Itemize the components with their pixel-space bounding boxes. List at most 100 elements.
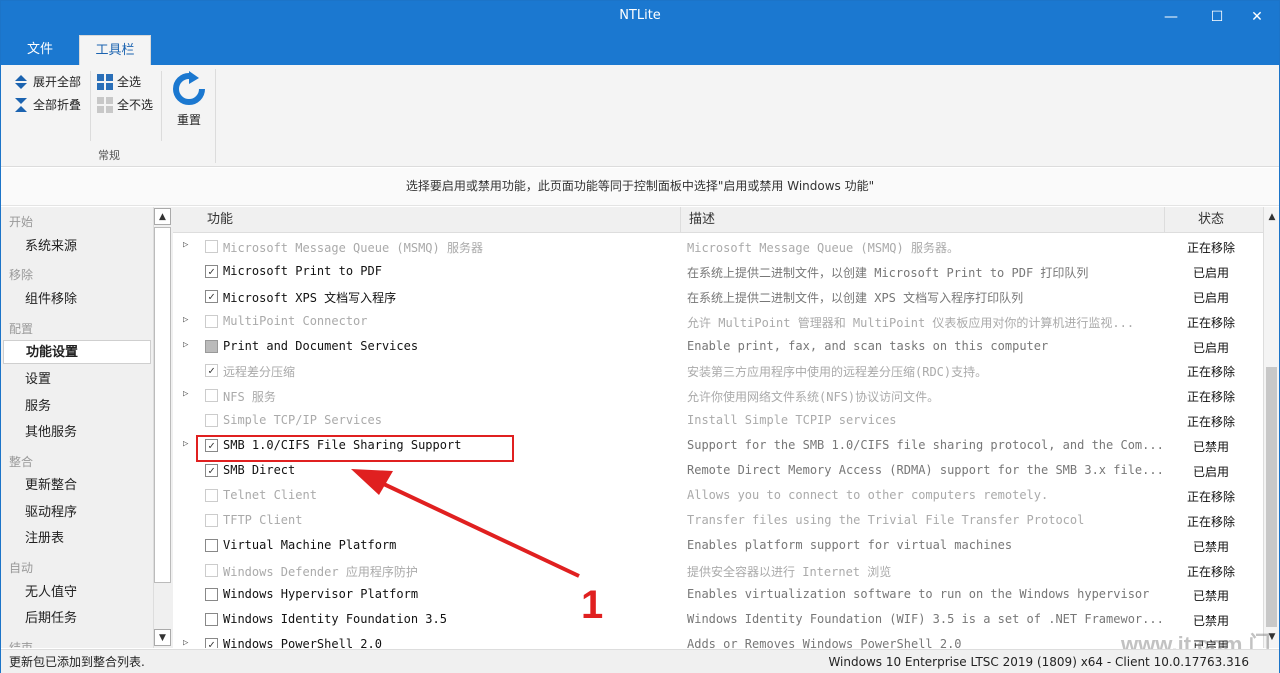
os-version: Windows 10 Enterprise LTSC 2019 (1809) x… [828,655,1249,669]
reset-button[interactable]: 重置 [167,71,211,128]
feature-checkbox[interactable] [205,414,218,428]
feature-status: 正在移除 [1186,564,1235,579]
sidebar-item-drivers[interactable]: 驱动程序 [3,501,151,525]
scroll-up-icon[interactable]: ▲ [154,208,171,225]
table-row[interactable]: ✓ Microsoft Print to PDF 在系统上提供二进制文件，以创建 M… [173,259,1261,284]
feature-description: 允许你使用网络文件系统(NFS)协议访问文件。 [687,390,940,405]
feature-name: Microsoft Print to PDF [223,263,382,278]
sidebar-section: 整合 [9,455,34,469]
table-row[interactable]: ✓ Microsoft XPS 文档写入程序 在系统上提供二进制文件，以创建 XPS… [173,284,1261,309]
feature-checkbox[interactable]: ✓ [205,289,218,303]
feature-checkbox[interactable] [205,314,218,328]
deselect-all-label: 全不选 [117,98,154,112]
table-row[interactable]: Telnet Client Allows you to connect to ot… [173,483,1261,508]
tab-file[interactable]: 文件 [9,35,71,65]
expand-all-button[interactable]: 展开全部 [13,73,81,90]
minimize-icon[interactable]: — [1151,1,1191,33]
scroll-down-icon[interactable]: ▼ [154,629,171,646]
feature-status: 已启用 [1192,290,1229,305]
feature-checkbox[interactable] [205,339,218,353]
sidebar-item-source[interactable]: 系统来源 [3,235,151,259]
ribbon: 展开全部 全部折叠 全选 全不选 重置 常规 [1,65,1279,167]
expand-arrow-icon[interactable]: ▷ [183,240,188,250]
sidebar-item-features[interactable]: 功能设置 [3,340,151,364]
sidebar-item-component-removal[interactable]: 组件移除 [3,288,151,312]
sidebar-section: 结束 [9,641,34,648]
select-all-button[interactable]: 全选 [97,73,141,90]
table-row[interactable]: ✓ 远程差分压缩 安装第三方应用程序中使用的远程差分压缩(RDC)支持。 正在移除 [173,358,1261,383]
sidebar-item-other-services[interactable]: 其他服务 [3,421,151,445]
sidebar-item-unattended[interactable]: 无人值守 [3,581,151,605]
expand-arrow-icon[interactable]: ▷ [183,638,188,648]
sidebar-scrollbar[interactable]: ▲ ▼ [153,207,171,648]
feature-checkbox[interactable] [205,588,218,602]
status-bar: 更新包已添加到整合列表. Windows 10 Enterprise LTSC … [1,649,1279,673]
feature-checkbox[interactable] [205,240,218,253]
status-message: 更新包已添加到整合列表. [9,655,145,669]
feature-description: Microsoft Message Queue (MSMQ) 服务器。 [687,241,959,255]
reset-label: 重置 [176,113,201,127]
close-icon[interactable]: ✕ [1237,1,1277,33]
grid-scrollbar[interactable]: ▲ ▼ [1263,207,1279,648]
maximize-icon[interactable]: ☐ [1197,1,1237,33]
feature-checkbox[interactable]: ✓ [205,464,218,478]
feature-checkbox[interactable] [205,488,218,502]
feature-checkbox[interactable] [205,563,218,577]
feature-checkbox[interactable] [205,613,218,627]
sidebar-item-services[interactable]: 服务 [3,395,151,419]
highlight-box [196,435,514,462]
deselect-all-button[interactable]: 全不选 [97,96,153,113]
expand-arrow-icon[interactable]: ▷ [183,315,188,325]
table-row[interactable]: Windows Hypervisor Platform Enables virtu… [173,582,1261,607]
table-row[interactable]: ▷ NFS 服务 允许你使用网络文件系统(NFS)协议访问文件。 正在移除 [173,383,1261,408]
feature-name: Windows Identity Foundation 3.5 [223,612,447,627]
table-row[interactable]: Virtual Machine Platform Enables platform… [173,533,1261,558]
table-row[interactable]: ▷ ✓ Windows PowerShell 2.0 Adds or Removes … [173,632,1261,648]
feature-checkbox[interactable] [205,538,218,552]
feature-description: Adds or Removes Windows PowerShell 2.0 [687,637,962,648]
feature-name: Virtual Machine Platform [223,537,397,552]
scroll-thumb[interactable] [1266,367,1277,627]
expand-arrow-icon[interactable]: ▷ [183,439,188,449]
table-row[interactable]: ▷ Microsoft Message Queue (MSMQ) 服务器 Micro… [173,234,1261,259]
table-row[interactable]: TFTP Client Transfer files using the Triv… [173,508,1261,533]
column-header-description[interactable]: 描述 [681,207,1165,233]
sidebar: 开始 系统来源 移除 组件移除 配置 功能设置 设置 服务 其他服务 整合 更新… [1,207,173,648]
sidebar-item-post-setup[interactable]: 后期任务 [3,607,151,631]
table-row[interactable]: ▷ Print and Document Services Enable print… [173,334,1261,359]
table-row[interactable]: ▷ MultiPoint Connector 允许 MultiPoint 管理器和 … [173,309,1261,334]
collapse-all-button[interactable]: 全部折叠 [13,96,81,113]
table-row[interactable]: Simple TCP/IP Services Install Simple TCP… [173,408,1261,433]
feature-checkbox[interactable]: ✓ [205,638,218,648]
select-all-label: 全选 [117,75,142,89]
feature-status: 已启用 [1192,465,1229,480]
info-bar: 选择要启用或禁用功能，此页面功能等同于控制面板中选择"启用或禁用 Windows… [1,168,1279,206]
feature-checkbox[interactable]: ✓ [205,264,218,278]
expand-arrow-icon[interactable]: ▷ [183,389,188,399]
feature-checkbox[interactable] [205,513,218,527]
feature-description: 在系统上提供二进制文件，以创建 Microsoft Print to PDF 打… [687,265,1089,280]
column-header-status[interactable]: 状态 [1165,207,1257,233]
feature-name: Windows Defender 应用程序防护 [223,564,418,579]
scroll-up-icon[interactable]: ▲ [1264,209,1279,226]
scroll-thumb[interactable] [154,227,171,583]
column-header-feature[interactable]: 功能 [199,207,681,233]
feature-status: 已禁用 [1192,440,1229,455]
sidebar-item-registry[interactable]: 注册表 [3,527,151,551]
feature-description: Remote Direct Memory Access (RDMA) suppo… [687,463,1161,478]
feature-description: Enables virtualization software to run o… [687,587,1150,602]
feature-name: Print and Document Services [223,338,419,353]
feature-name: TFTP Client [223,512,303,527]
table-row[interactable]: Windows Defender 应用程序防护 提供安全容器以进行 Interne… [173,558,1261,583]
feature-status: 正在移除 [1186,315,1235,330]
sidebar-item-updates[interactable]: 更新整合 [3,474,151,498]
expand-arrow-icon[interactable]: ▷ [183,340,188,350]
ribbon-tabs: 文件 工具栏 ? [1,33,1279,89]
tab-tools[interactable]: 工具栏 [79,35,151,65]
feature-description: 提供安全容器以进行 Internet 浏览 [687,564,892,579]
table-row[interactable]: Windows Identity Foundation 3.5 Windows I… [173,607,1261,632]
feature-checkbox[interactable]: ✓ [205,364,218,378]
sidebar-item-settings[interactable]: 设置 [3,368,151,392]
feature-checkbox[interactable] [205,389,218,403]
feature-description: Install Simple TCPIP services [687,413,897,428]
